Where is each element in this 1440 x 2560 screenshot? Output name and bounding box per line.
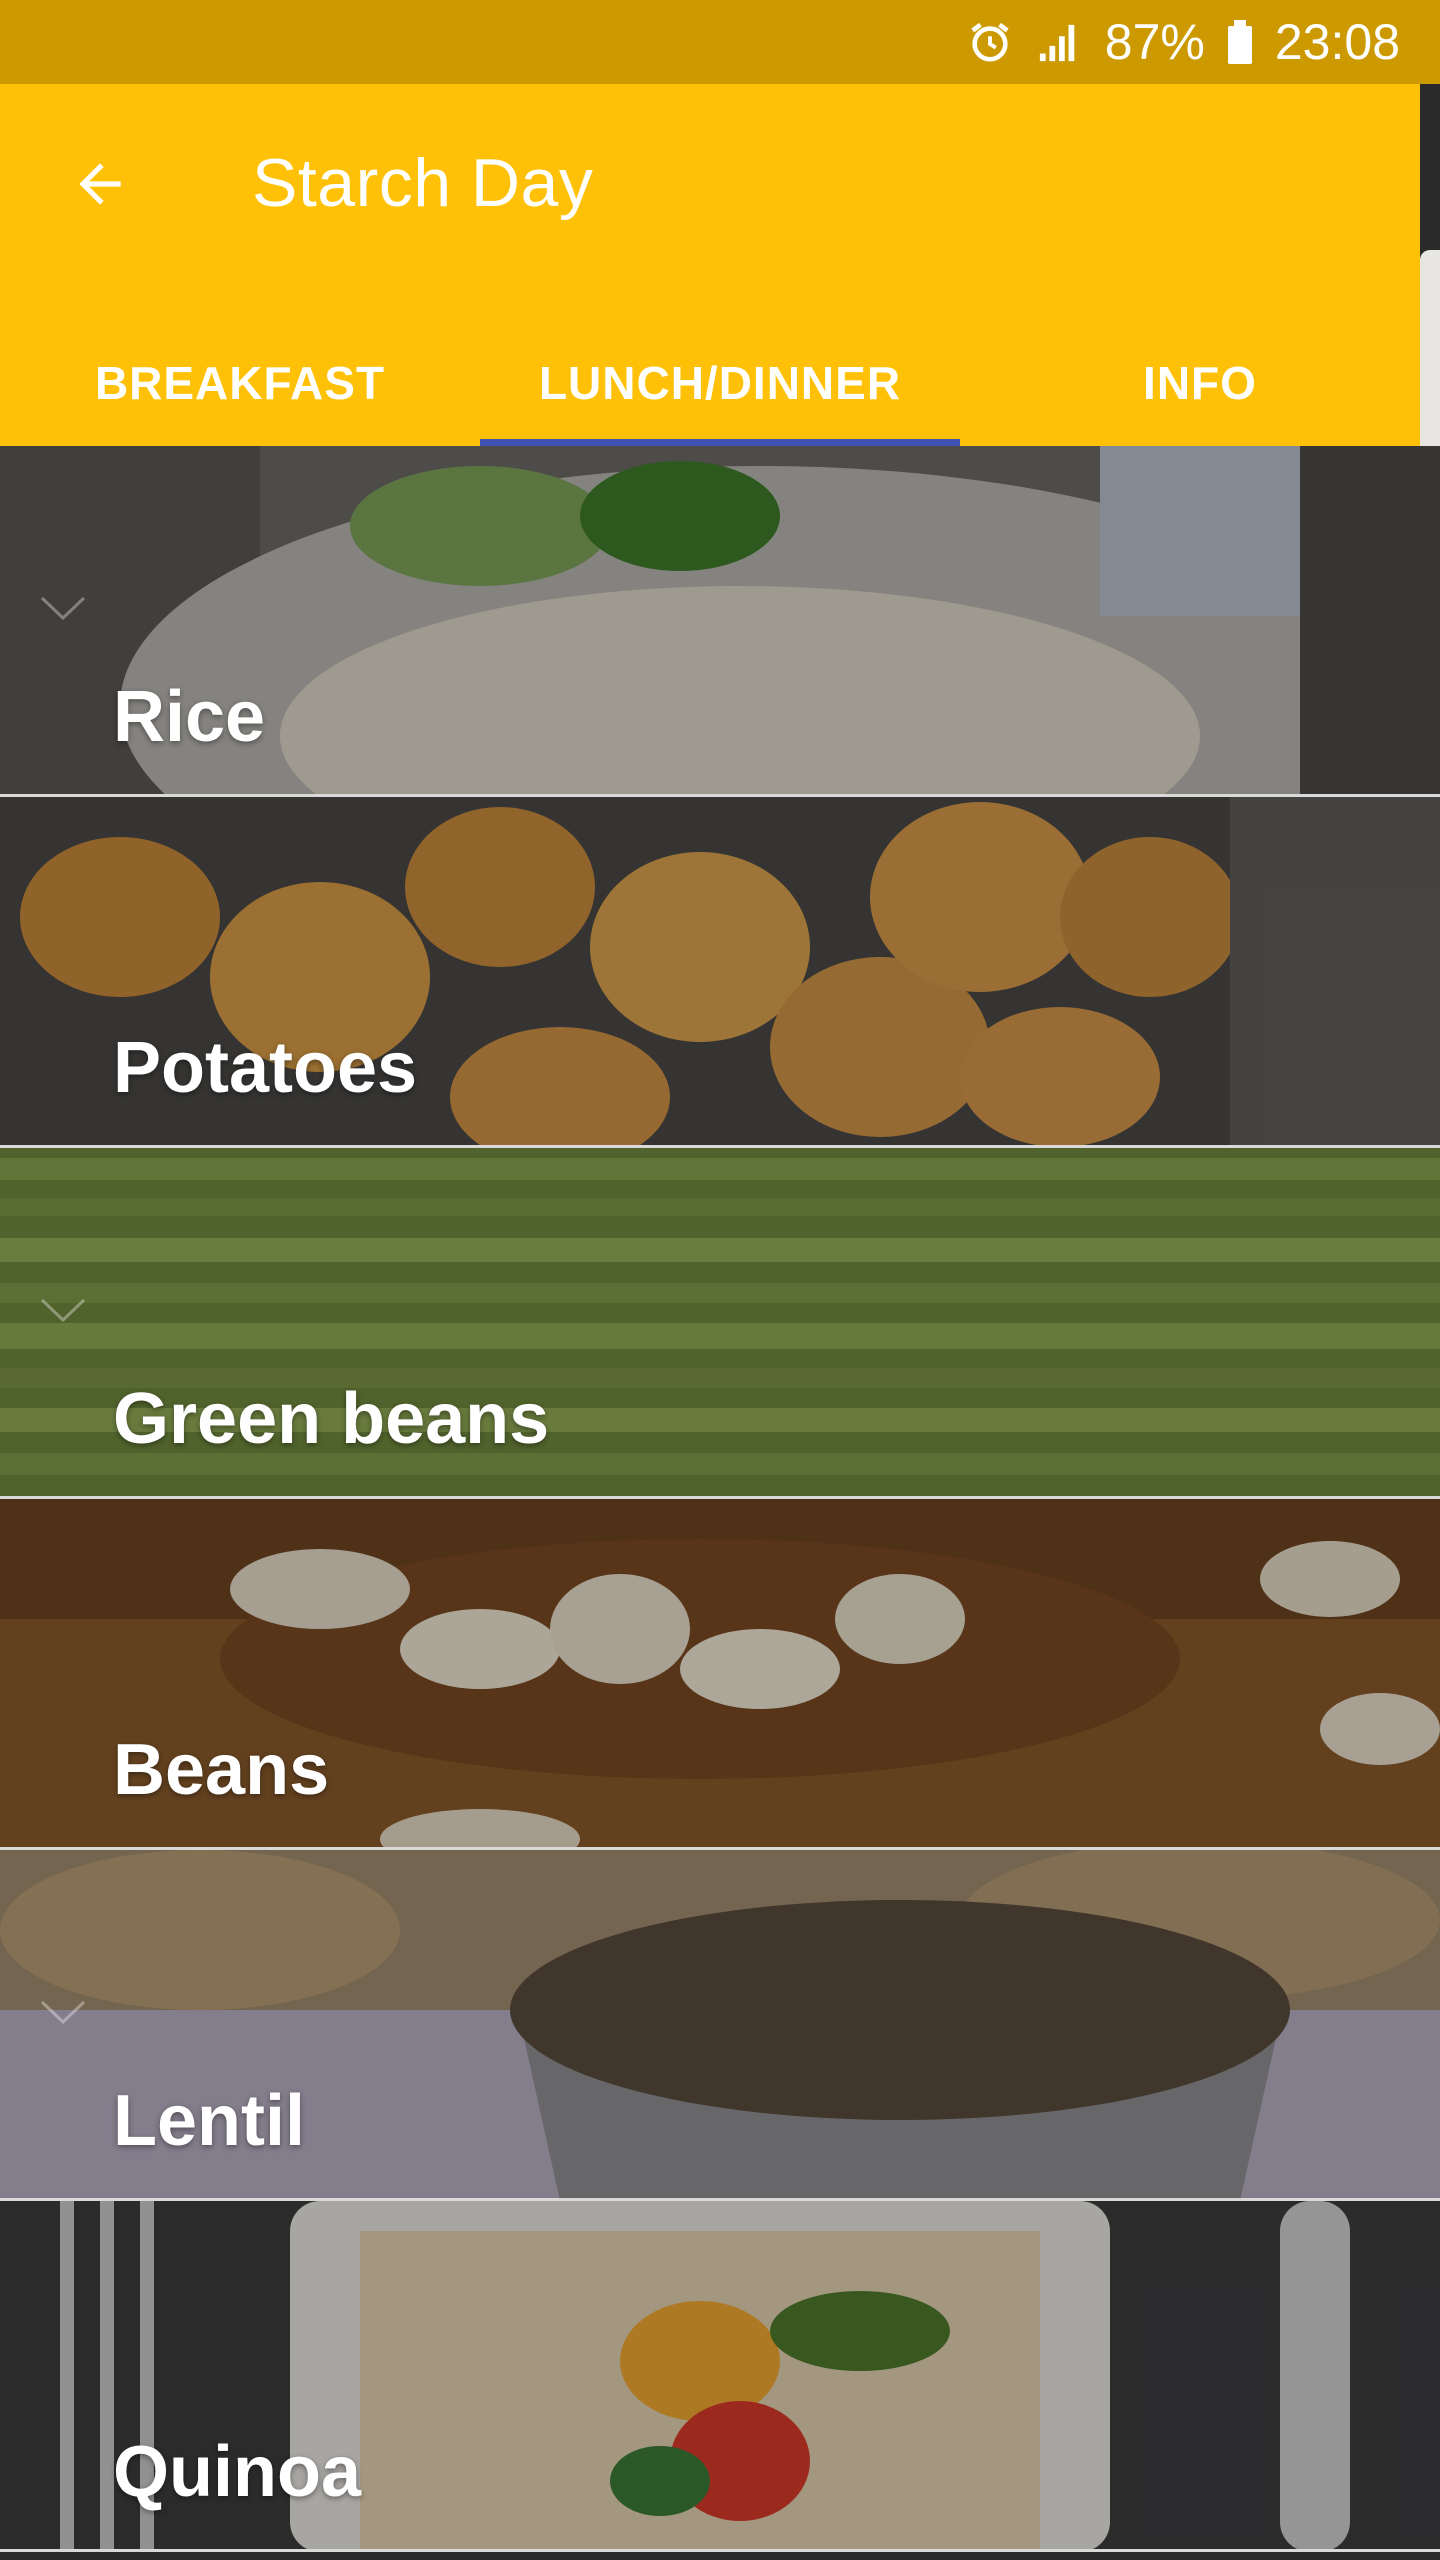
list-item-rice[interactable]: Rice	[0, 446, 1440, 797]
chevron-down-icon	[40, 1298, 86, 1323]
signal-icon	[1039, 24, 1075, 62]
app-bar: Starch Day BREAKFAST LUNCH/DINNER INFO	[0, 84, 1420, 446]
tab-breakfast[interactable]: BREAKFAST	[0, 320, 480, 446]
chevron-down-icon	[40, 2000, 86, 2025]
item-label: Lentil	[113, 2081, 305, 2161]
tab-label: INFO	[1143, 357, 1257, 409]
battery-icon	[1227, 20, 1252, 64]
tab-label: LUNCH/DINNER	[538, 357, 902, 409]
item-label: Green beans	[113, 1379, 550, 1459]
status-bar: 87% 23:08	[0, 0, 1440, 84]
list-item-lentil[interactable]: Lentil	[0, 1850, 1440, 2201]
food-list: Rice Potatoes Green beans Beans Lentil Q…	[0, 446, 1440, 2552]
item-label: Potatoes	[113, 1028, 418, 1108]
battery-percent: 87%	[1104, 14, 1205, 70]
list-item-green-beans[interactable]: Green beans	[0, 1148, 1440, 1499]
item-label: Beans	[113, 1730, 330, 1810]
list-item-quinoa[interactable]: Quinoa	[0, 2201, 1440, 2552]
list-item-potatoes[interactable]: Potatoes	[0, 797, 1440, 1148]
page-title: Starch Day	[252, 145, 594, 221]
clock: 23:08	[1274, 14, 1400, 70]
chevron-down-icon	[40, 596, 86, 621]
tab-label: BREAKFAST	[94, 357, 386, 409]
tab-indicator	[480, 439, 960, 446]
tab-lunch-dinner[interactable]: LUNCH/DINNER	[480, 320, 960, 446]
item-label: Quinoa	[113, 2432, 361, 2512]
arrow-left-icon	[79, 163, 121, 205]
back-button[interactable]	[50, 134, 150, 234]
tab-info[interactable]: INFO	[960, 320, 1440, 446]
list-item-beans[interactable]: Beans	[0, 1499, 1440, 1850]
tab-bar: BREAKFAST LUNCH/DINNER INFO	[0, 320, 1440, 446]
alarm-icon	[971, 22, 1009, 62]
item-label: Rice	[113, 677, 266, 757]
